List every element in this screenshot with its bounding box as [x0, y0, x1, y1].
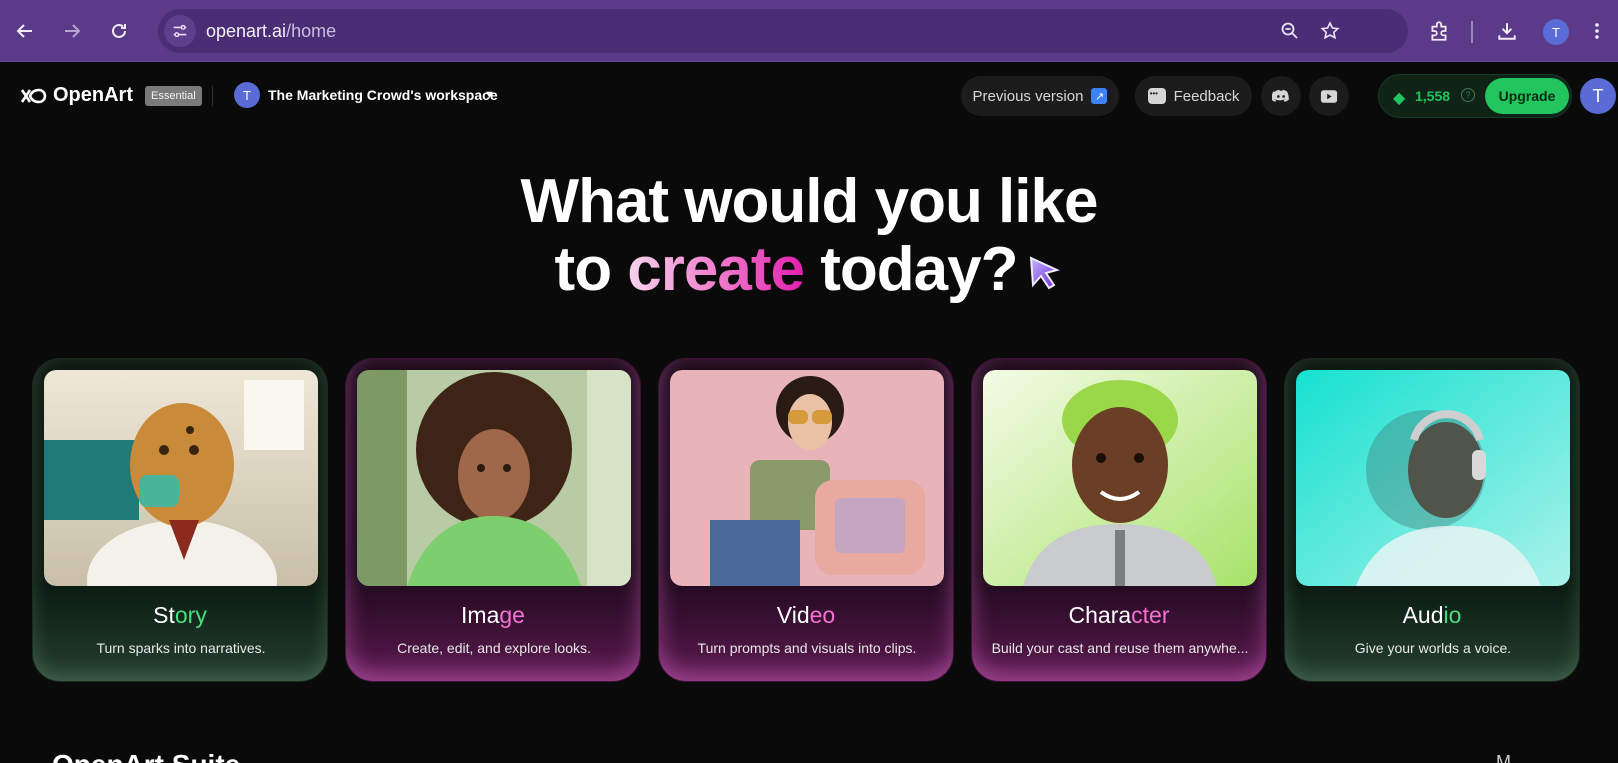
card-title: Video [776, 602, 836, 628]
card-story[interactable]: Story Turn sparks into narratives. [32, 358, 328, 682]
hero-line-2-pre: to [554, 235, 628, 304]
external-link-icon: ↗ [1091, 88, 1108, 104]
card-description: Create, edit, and explore looks. [397, 640, 591, 656]
feedback-label: Feedback [1173, 87, 1240, 105]
chevron-down-icon[interactable]: ▼ [484, 89, 495, 101]
card-description: Give your worlds a voice. [1354, 640, 1512, 656]
credits-panel: ◆ 1,558 ? Upgrade [1378, 74, 1572, 118]
workspace-avatar[interactable]: T [234, 82, 260, 108]
toolbar-separator [1471, 21, 1473, 43]
feedback-button[interactable]: Feedback [1135, 76, 1252, 116]
header-divider [212, 86, 213, 106]
card-video[interactable]: Video Turn prompts and visuals into clip… [658, 358, 954, 682]
upgrade-button[interactable]: Upgrade [1485, 78, 1569, 114]
card-title: Story [153, 602, 207, 628]
card-description: Turn prompts and visuals into clips. [697, 640, 917, 656]
youtube-button[interactable] [1309, 76, 1349, 116]
card-description: Turn sparks into narratives. [96, 640, 266, 656]
card-description: Build your cast and reuse them anywhe... [991, 640, 1249, 656]
app-header: OpenArt Essential T The Marketing Crowd'… [0, 62, 1618, 132]
site-settings-icon[interactable] [164, 15, 196, 47]
back-arrow-icon[interactable] [8, 14, 42, 48]
extensions-icon[interactable] [1426, 18, 1452, 44]
suite-section-title: OpenArt Suite [52, 749, 240, 763]
card-image[interactable]: Image Create, edit, and explore looks. [345, 358, 641, 682]
hero-title: What would you like to create today? [0, 168, 1618, 304]
openart-logo[interactable]: OpenArt [18, 84, 133, 107]
image-thumbnail [357, 370, 631, 586]
address-bar[interactable]: openart.ai/home [158, 9, 1408, 53]
video-thumbnail [670, 370, 944, 586]
card-title: Character [1068, 602, 1170, 628]
url-text: openart.ai/home [206, 20, 337, 41]
audio-thumbnail [1296, 370, 1570, 586]
hero-heading: What would you like to create today? [0, 168, 1618, 304]
character-thumbnail [983, 370, 1257, 586]
discord-icon [1272, 89, 1289, 102]
hero-line-1: What would you like [520, 167, 1099, 236]
chat-bubble-icon [1147, 88, 1166, 104]
card-character[interactable]: Character Build your cast and reuse them… [971, 358, 1267, 682]
zoom-icon[interactable] [1278, 19, 1302, 43]
card-title: Image [461, 602, 525, 628]
youtube-icon [1320, 89, 1338, 103]
gem-icon: ◆ [1393, 90, 1406, 107]
hero-line-2-post: today? [804, 235, 1018, 304]
browser-profile-avatar[interactable]: T [1543, 19, 1569, 45]
card-title: Audio [1402, 602, 1462, 628]
more-link[interactable]: M [1496, 752, 1511, 763]
credits-count: 1,558 [1415, 88, 1451, 104]
help-icon[interactable]: ? [1461, 88, 1475, 102]
card-audio[interactable]: Audio Give your worlds a voice. [1284, 358, 1580, 682]
infinity-logo-icon [20, 88, 47, 103]
kebab-menu-icon[interactable] [1584, 18, 1610, 44]
forward-arrow-icon[interactable] [55, 14, 89, 48]
previous-version-label: Previous version [972, 87, 1084, 105]
story-thumbnail [44, 370, 318, 586]
logo-text: OpenArt [53, 84, 133, 106]
previous-version-button[interactable]: Previous version ↗ [961, 76, 1119, 116]
plan-badge: Essential [145, 86, 202, 106]
reload-icon[interactable] [102, 14, 136, 48]
discord-button[interactable] [1261, 76, 1301, 116]
user-avatar[interactable]: T [1580, 78, 1616, 114]
download-icon[interactable] [1494, 18, 1520, 44]
workspace-name[interactable]: The Marketing Crowd's workspace [268, 87, 498, 103]
hero-highlight-word: create [627, 235, 805, 304]
pointer-cursor-icon [1030, 256, 1061, 289]
bookmark-star-icon[interactable] [1318, 19, 1342, 43]
browser-toolbar: openart.ai/home T [0, 0, 1618, 62]
